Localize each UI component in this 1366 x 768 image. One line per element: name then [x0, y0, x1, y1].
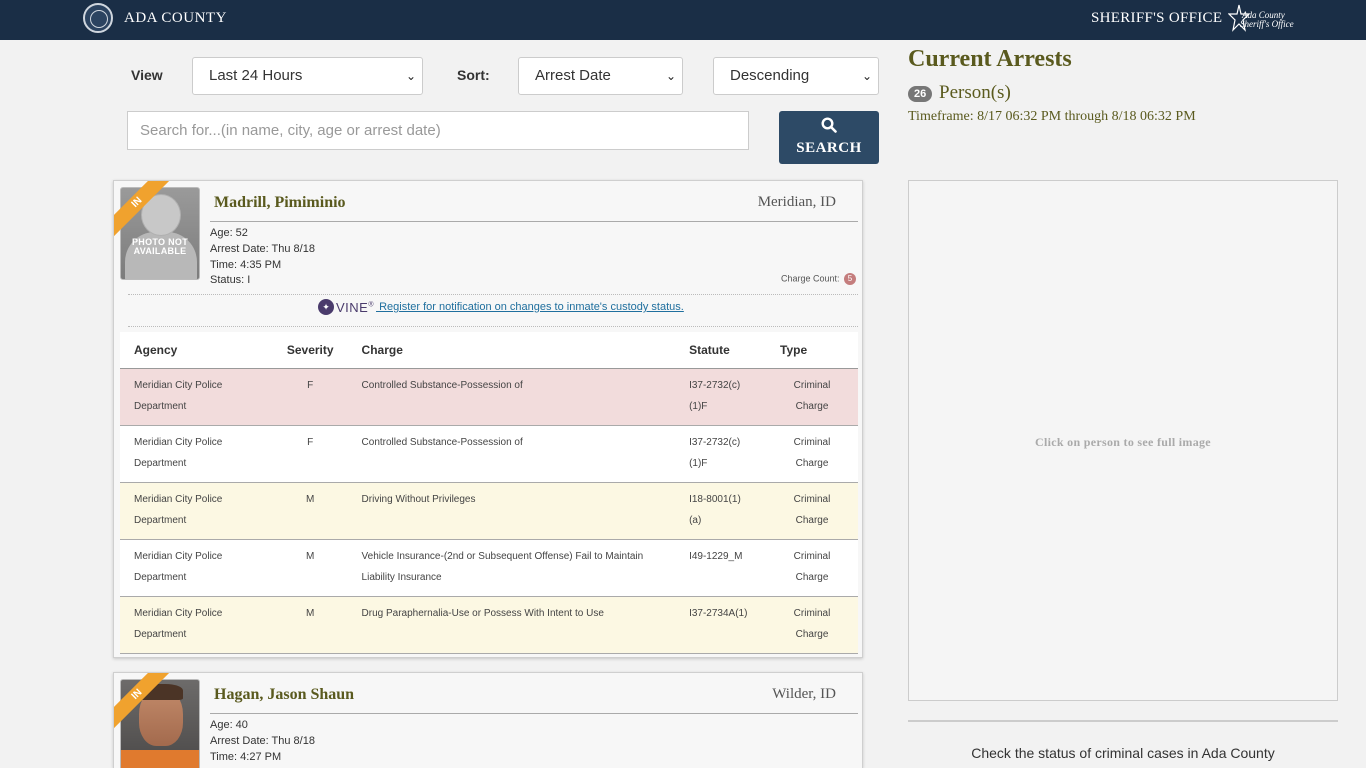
page-title: Current Arrests: [908, 46, 1072, 72]
cell-charge: Drug Paraphernalia-Use or Possess With I…: [347, 596, 676, 654]
cell-severity: F: [272, 368, 348, 426]
logo-line-2: Sheriff's Office: [1240, 19, 1294, 29]
person-name: Madrill, Pimiminio: [214, 194, 346, 211]
cell-type: Criminal Charge: [766, 482, 858, 540]
cell-charge: Controlled Substance-Possession of: [347, 368, 676, 426]
person-arrest-date: Arrest Date: Thu 8/18: [210, 243, 315, 255]
vine-notification: ✦ VINE® Register for notification on chan…: [318, 299, 684, 315]
search-input[interactable]: [127, 111, 749, 150]
order-select[interactable]: Descending ⌄: [713, 57, 879, 95]
col-severity: Severity: [272, 332, 348, 369]
cell-agency: Meridian City Police Department: [120, 482, 273, 540]
sheriff-brand[interactable]: SHERIFF'S OFFICE: [1091, 10, 1222, 27]
cell-charge: Vehicle Insurance-(2nd or Subsequent Off…: [347, 539, 676, 597]
order-select-value: Descending: [730, 67, 810, 84]
cell-severity: M: [272, 539, 348, 597]
table-row: Meridian City Police Department F Contro…: [120, 425, 858, 483]
col-type: Type: [766, 332, 858, 369]
county-brand[interactable]: ADA COUNTY: [124, 10, 227, 27]
vine-logo-text: VINE®: [336, 299, 375, 315]
cell-statute: I37-2732(c)(1)F: [675, 425, 767, 483]
cell-type: Criminal Charge: [766, 425, 858, 483]
person-city: Meridian, ID: [757, 194, 836, 210]
county-seal-icon[interactable]: [83, 3, 113, 33]
sort-label: Sort:: [457, 67, 490, 83]
persons-count: 26 Person(s): [908, 82, 1011, 104]
cell-severity: F: [272, 425, 348, 483]
table-row: Meridian City Police Department F Contro…: [120, 368, 858, 426]
check-status-link[interactable]: Check the status of criminal cases in Ad…: [908, 745, 1338, 761]
status-ribbon-label: IN: [114, 673, 175, 732]
full-image-panel: Click on person to see full image: [908, 180, 1338, 701]
cell-type: Criminal Charge: [766, 596, 858, 654]
vine-register-link[interactable]: Register for notification on changes to …: [376, 301, 684, 313]
col-agency: Agency: [120, 332, 273, 369]
cell-statute: I37-2734A(1): [675, 596, 767, 654]
cell-severity: M: [272, 482, 348, 540]
timeframe: Timeframe: 8/17 06:32 PM through 8/18 06…: [908, 109, 1196, 124]
dotted-divider: [128, 294, 858, 295]
col-charge: Charge: [347, 332, 676, 369]
cell-agency: Meridian City Police Department: [120, 425, 273, 483]
cell-type: Criminal Charge: [766, 368, 858, 426]
person-arrest-date: Arrest Date: Thu 8/18: [210, 735, 315, 747]
cell-agency: Meridian City Police Department: [120, 368, 273, 426]
person-card[interactable]: IN Hagan, Jason Shaun Wilder, ID Age: 40…: [113, 672, 863, 768]
top-bar: ADA COUNTY SHERIFF'S OFFICE Ada County S…: [0, 0, 1366, 40]
name-divider: [210, 713, 858, 714]
section-divider: [908, 720, 1338, 722]
person-age: Age: 52: [210, 227, 248, 239]
cell-severity: M: [272, 596, 348, 654]
cell-agency: Meridian City Police Department: [120, 596, 273, 654]
mugshot-shirt: [121, 750, 199, 768]
charge-count: Charge Count: 5: [781, 273, 856, 285]
charges-table: Agency Severity Charge Statute Type Meri…: [120, 332, 858, 654]
view-label: View: [131, 67, 163, 83]
person-name: Hagan, Jason Shaun: [214, 686, 355, 703]
chevron-down-icon: ⌄: [665, 69, 676, 83]
image-placeholder-text: Click on person to see full image: [1035, 435, 1211, 449]
table-header-row: Agency Severity Charge Statute Type: [120, 332, 858, 369]
sort-select[interactable]: Arrest Date ⌄: [518, 57, 683, 95]
persons-count-badge: 26: [908, 85, 933, 102]
search-icon: [821, 117, 837, 133]
search-button[interactable]: SEARCH: [779, 111, 879, 164]
dotted-divider: [128, 326, 858, 327]
person-age: Age: 40: [210, 719, 248, 731]
view-select[interactable]: Last 24 Hours ⌄: [192, 57, 423, 95]
persons-count-label: Person(s): [939, 82, 1011, 103]
chevron-down-icon: ⌄: [861, 69, 872, 83]
table-row: Meridian City Police Department M Vehicl…: [120, 539, 858, 597]
col-statute: Statute: [675, 332, 767, 369]
table-row: Meridian City Police Department M Drivin…: [120, 482, 858, 540]
person-time: Time: 4:27 PM: [210, 751, 282, 763]
cell-charge: Controlled Substance-Possession of: [347, 425, 676, 483]
sort-select-value: Arrest Date: [535, 67, 611, 84]
sheriff-star-logo[interactable]: Ada County Sheriff's Office: [1228, 3, 1294, 33]
person-status: Status: I: [210, 274, 251, 286]
name-divider: [210, 221, 858, 222]
cell-charge: Driving Without Privileges: [347, 482, 676, 540]
cell-type: Criminal Charge: [766, 539, 858, 597]
chevron-down-icon: ⌄: [405, 69, 416, 83]
cell-statute: I37-2732(c)(1)F: [675, 368, 767, 426]
view-select-value: Last 24 Hours: [209, 67, 303, 84]
vine-logo-icon: ✦: [318, 299, 334, 315]
status-ribbon: IN: [114, 181, 184, 251]
person-city: Wilder, ID: [772, 686, 836, 702]
person-card[interactable]: PHOTO NOT AVAILABLE IN Madrill, Pimimini…: [113, 180, 863, 658]
person-time: Time: 4:35 PM: [210, 259, 282, 271]
table-row: Meridian City Police Department M Drug P…: [120, 596, 858, 654]
charge-count-badge: 5: [844, 273, 856, 285]
status-ribbon: IN: [114, 673, 184, 743]
cell-statute: I18-8001(1)(a): [675, 482, 767, 540]
status-ribbon-label: IN: [114, 181, 175, 240]
vine-logo-word: VINE: [336, 299, 369, 315]
cell-statute: I49-1229_M: [675, 539, 767, 597]
cell-agency: Meridian City Police Department: [120, 539, 273, 597]
search-button-label: SEARCH: [796, 140, 862, 156]
charge-count-label: Charge Count:: [780, 273, 840, 284]
